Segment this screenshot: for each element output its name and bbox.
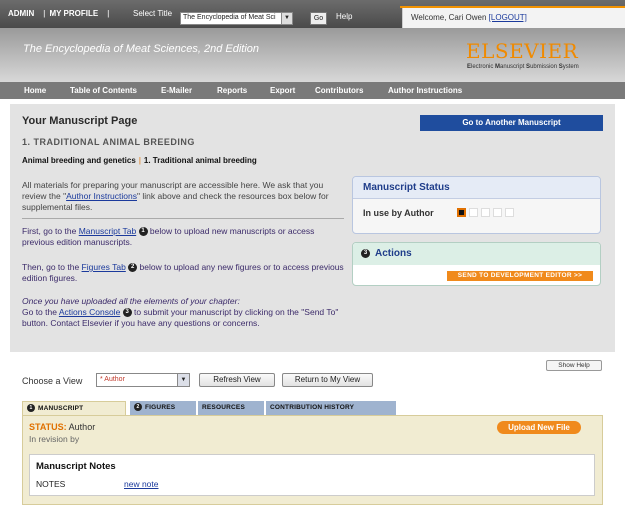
section-title: 1. TRADITIONAL ANIMAL BREEDING [22, 137, 195, 147]
view-select[interactable]: * Author ▼ [96, 373, 190, 387]
manuscript-status-box: Manuscript Status In use by Author [352, 176, 601, 234]
refresh-view-button[interactable]: Refresh View [199, 373, 275, 387]
page-title: Your Manuscript Page [22, 115, 138, 127]
welcome-text: Welcome, Cari Owen [411, 13, 487, 22]
nav-reports[interactable]: Reports [217, 86, 247, 95]
accent-line [400, 6, 625, 8]
status-step-active [457, 208, 466, 217]
go-to-another-manuscript-button[interactable]: Go to Another Manuscript [420, 115, 603, 131]
status-step [481, 208, 490, 217]
step-3-icon: 3 [122, 308, 132, 318]
my-profile-link[interactable]: MY PROFILE [49, 9, 98, 18]
author-instructions-link[interactable]: Author Instructions [66, 191, 137, 201]
admin-links: ADMIN | MY PROFILE | [8, 9, 113, 18]
step2-text: Then, go to the Figures Tab 2 below to u… [22, 262, 344, 283]
top-admin-bar: ADMIN | MY PROFILE | Select Title The Encyc… [0, 0, 625, 28]
send-to-development-editor-button[interactable]: SEND TO DEVELOPMENT EDITOR >> [447, 271, 593, 281]
actions-box-header: 3 Actions [353, 243, 600, 265]
in-use-label: In use by Author [363, 208, 434, 218]
step3-text: Once you have uploaded all the elements … [22, 296, 339, 328]
breadcrumb-current: 1. Traditional animal breeding [143, 156, 257, 165]
notes-title: Manuscript Notes [36, 461, 116, 472]
chevron-down-icon[interactable]: ▼ [281, 13, 292, 24]
step-3-icon: 3 [361, 249, 370, 258]
status-step [505, 208, 514, 217]
view-select-value: * Author [100, 376, 125, 383]
breadcrumb: Animal breeding and genetics | 1. Traditio… [22, 156, 257, 165]
nav-home[interactable]: Home [24, 86, 46, 95]
manuscript-tab-panel: STATUS: Author In revision by Upload New… [22, 415, 603, 505]
breadcrumb-parent[interactable]: Animal breeding and genetics [22, 156, 136, 165]
new-note-link[interactable]: new note [124, 479, 159, 489]
manuscript-tab-link[interactable]: Manuscript Tab [79, 226, 136, 236]
breadcrumb-separator: | [138, 156, 141, 165]
chevron-down-icon[interactable]: ▼ [177, 374, 189, 386]
nav-e-mailer[interactable]: E-Mailer [161, 86, 192, 95]
status-box-title: Manuscript Status [363, 182, 450, 193]
header-band: The Encyclopedia of Meat Sciences, 2nd E… [0, 28, 625, 82]
status-step [469, 208, 478, 217]
publication-title: The Encyclopedia of Meat Sciences, 2nd E… [23, 43, 260, 55]
manuscript-workspace: Show Help Choose a View * Author ▼ Refre… [10, 352, 615, 517]
title-select[interactable]: The Encyclopedia of Meat Sci ▼ [180, 12, 293, 25]
nav-export[interactable]: Export [270, 86, 295, 95]
step-1-icon: 1 [138, 227, 148, 237]
workspace-tabs: 1 MANUSCRIPT 2 FIGURES RESOURCES CONTRIBUT… [22, 401, 396, 416]
status-step [493, 208, 502, 217]
divider [22, 218, 344, 219]
nav-author-instructions[interactable]: Author Instructions [388, 86, 462, 95]
show-help-button[interactable]: Show Help [546, 360, 602, 371]
admin-link[interactable]: ADMIN [8, 9, 34, 18]
status-box-header: Manuscript Status [353, 177, 600, 199]
select-title-label: Select Title [133, 9, 173, 18]
actions-console-link[interactable]: Actions Console [59, 307, 120, 317]
separator: | [43, 9, 46, 18]
logout-link[interactable]: [LOGOUT] [489, 13, 527, 22]
tab-figures[interactable]: 2 FIGURES [130, 401, 196, 415]
manuscript-notes-box: Manuscript Notes NOTES new note [29, 454, 595, 496]
tab-contribution-history[interactable]: CONTRIBUTION HISTORY [266, 401, 396, 415]
step1-text: First, go to the Manuscript Tab 1 below … [22, 226, 315, 247]
elsevier-logo: ELSEVIER [466, 39, 579, 63]
title-select-value: The Encyclopedia of Meat Sci [183, 14, 276, 21]
nav-table-of-contents[interactable]: Table of Contents [70, 86, 137, 95]
nav-contributors[interactable]: Contributors [315, 86, 363, 95]
notes-label: NOTES [36, 479, 66, 489]
revision-text: In revision by [29, 434, 80, 444]
return-to-my-view-button[interactable]: Return to My View [282, 373, 373, 387]
status-label: STATUS: [29, 422, 67, 432]
go-button[interactable]: Go [310, 12, 327, 25]
ems-tagline: Electronic Manuscript Submission System [467, 64, 579, 70]
status-value: Author [66, 422, 96, 432]
step-2-icon: 2 [128, 263, 138, 273]
separator: | [107, 9, 110, 18]
intro-text: All materials for preparing your manuscr… [22, 180, 329, 212]
figures-tab-link[interactable]: Figures Tab [82, 262, 126, 272]
main-nav: Home Table of Contents E-Mailer Reports … [0, 82, 625, 99]
actions-box: 3 Actions SEND TO DEVELOPMENT EDITOR >> [352, 242, 601, 286]
status-line: STATUS: Author [29, 422, 95, 432]
manuscript-page: Your Manuscript Page 1. TRADITIONAL ANIM… [10, 104, 615, 517]
tab-manuscript[interactable]: 1 MANUSCRIPT [22, 401, 126, 416]
actions-title: Actions [375, 248, 412, 259]
welcome-area: Welcome, Cari Owen [LOGOUT] [402, 8, 625, 28]
help-link[interactable]: Help [336, 12, 352, 21]
choose-view-label: Choose a View [22, 376, 83, 386]
step3-intro: Once you have uploaded all the elements … [22, 296, 240, 306]
upload-new-file-button[interactable]: Upload New File [497, 421, 581, 434]
tab-resources[interactable]: RESOURCES [198, 401, 264, 415]
